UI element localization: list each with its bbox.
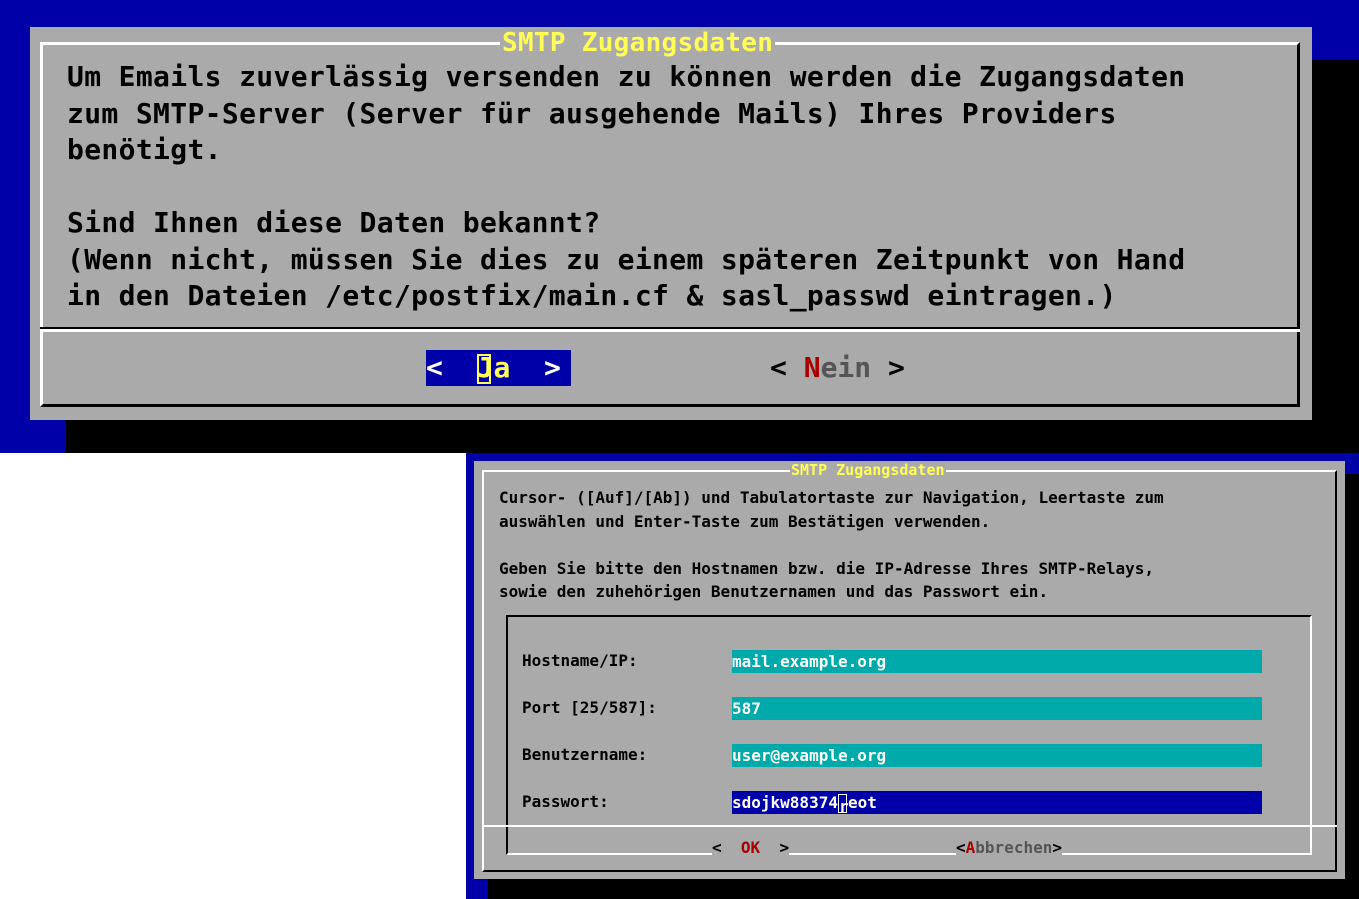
dialog-shadow	[66, 420, 1359, 453]
cancel-button[interactable]: <Abbrechen>	[956, 838, 1062, 857]
port-label: Port [25/587]:	[522, 698, 657, 717]
no-button[interactable]: < Nein >	[770, 350, 905, 386]
no-hotkey: N	[803, 351, 821, 384]
password-label: Passwort:	[522, 792, 609, 811]
smtp-credentials-dialog: SMTP Zugangsdaten Cursor- ([Auf]/[Ab]) u…	[474, 461, 1345, 879]
dialog-shadow	[1312, 60, 1359, 453]
password-input[interactable]: sdojkw88374reot	[732, 791, 1262, 816]
smtp-confirm-dialog: SMTP Zugangsdaten Um Emails zuverlässig …	[30, 27, 1312, 420]
username-input[interactable]: user@example.org	[732, 744, 1262, 767]
yes-button[interactable]: < Ja >	[426, 350, 571, 386]
ok-button[interactable]: < OK >	[712, 838, 790, 857]
button-separator	[482, 825, 1337, 827]
port-input[interactable]: 587	[732, 697, 1262, 720]
yes-hotkey: J	[476, 351, 494, 384]
text-cursor: r	[837, 794, 849, 816]
username-label: Benutzername:	[522, 745, 648, 764]
dialog-title: SMTP Zugangsdaten	[790, 461, 946, 479]
cancel-hotkey: A	[965, 838, 976, 857]
dialog-message: Um Emails zuverlässig versenden zu könne…	[67, 60, 1186, 312]
dialog-title: SMTP Zugangsdaten	[500, 28, 776, 58]
ok-hotkey: OK	[740, 838, 761, 857]
hostname-label: Hostname/IP:	[522, 651, 638, 670]
hostname-input[interactable]: mail.example.org	[732, 650, 1262, 673]
dialog-separator	[40, 329, 1300, 332]
dialog-message: Cursor- ([Auf]/[Ab]) und Tabulatortaste …	[499, 488, 1164, 601]
dialog-shadow	[1345, 474, 1359, 899]
dialog-shadow	[488, 879, 1359, 899]
